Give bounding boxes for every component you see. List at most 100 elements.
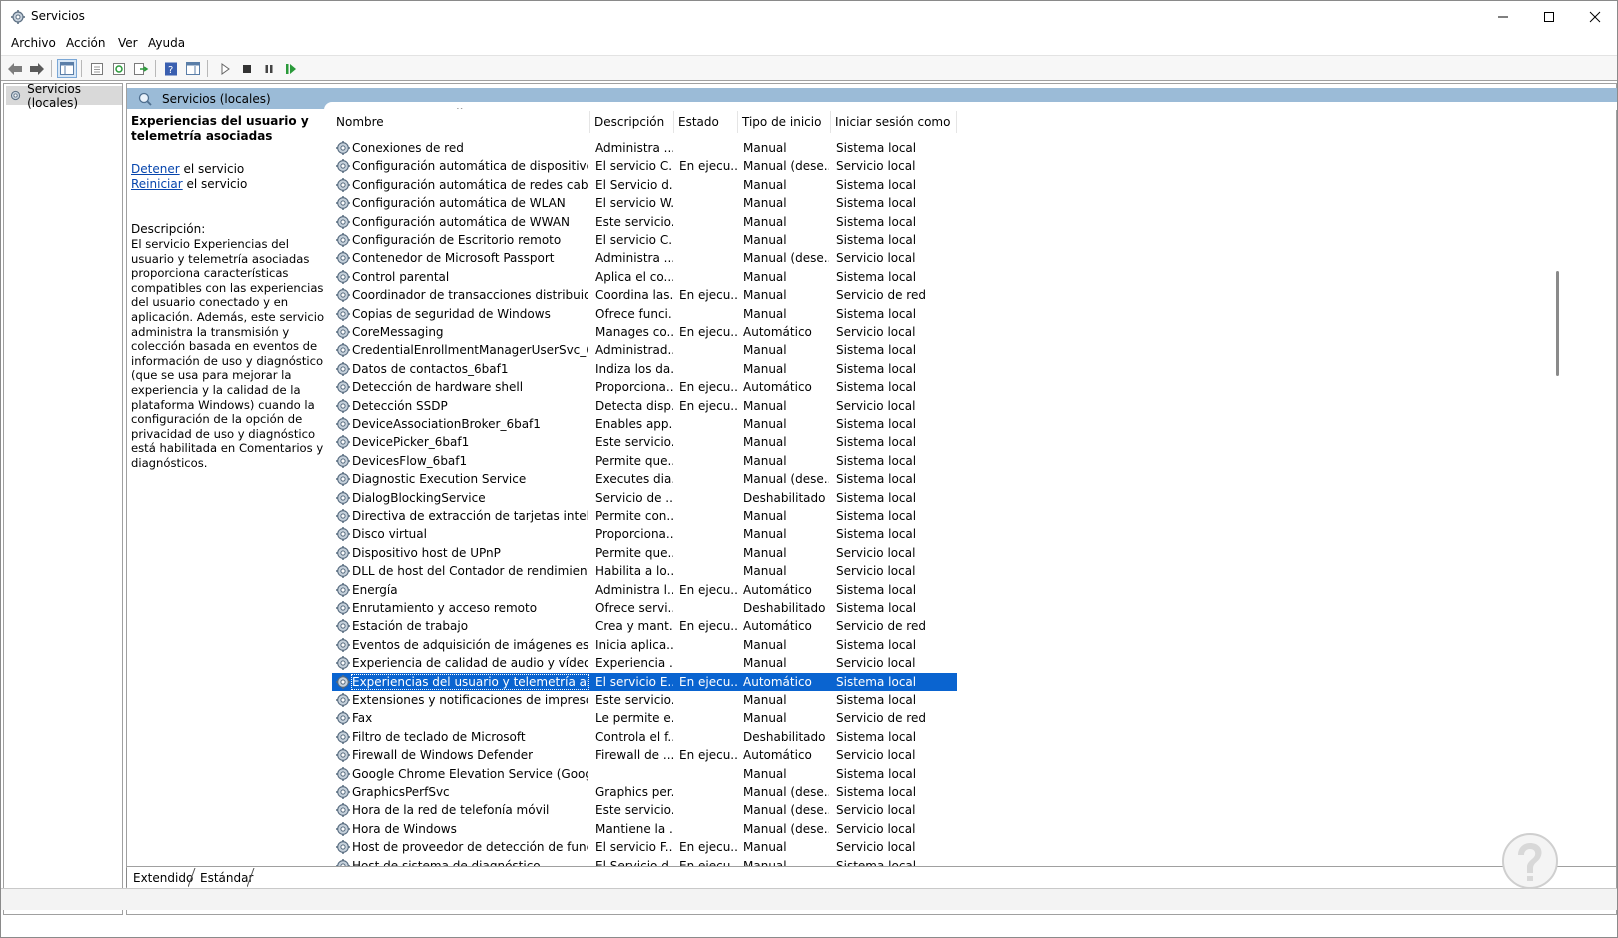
menu-accion[interactable]: Acción (66, 36, 105, 50)
service-description-cell: El servicio W... (595, 196, 673, 211)
service-row[interactable]: CoreMessaging Manages co... En ejecu... Aut… (332, 323, 957, 341)
service-gear-icon (336, 509, 350, 523)
service-row[interactable]: Google Chrome Elevation Service (GoogleC… (332, 765, 957, 783)
service-name: Directiva de extracción de tarjetas inte… (352, 509, 588, 523)
tree-item-servicios-locales[interactable]: Servicios (locales) (6, 82, 122, 110)
service-startup-type: Manual (743, 637, 787, 652)
service-description-cell: Detecta disp... (595, 398, 673, 413)
close-button[interactable] (1572, 1, 1618, 32)
services-list: ^ Nombre Descripción Estado Tipo de inic… (332, 108, 1572, 866)
service-logon-as: Sistema local (836, 196, 917, 211)
service-logon-as: Servicio de red (836, 288, 926, 303)
restart-service-link[interactable]: Reiniciar (131, 177, 183, 191)
service-row[interactable]: Firewall de Windows Defender Firewall de … (332, 746, 957, 764)
service-row[interactable]: DialogBlockingService Servicio de ... Desh… (332, 489, 957, 507)
service-startup-type: Manual (743, 398, 787, 413)
service-row[interactable]: Detección de hardware shell Proporciona..… (332, 378, 957, 396)
service-row[interactable]: Datos de contactos_6baf1 Indiza los da...… (332, 360, 957, 378)
service-row[interactable]: Contenedor de Microsoft Passport Administ… (332, 249, 957, 267)
service-row[interactable]: Configuración automática de WWAN Este ser… (332, 213, 957, 231)
column-header-tipo-inicio[interactable]: Tipo de inicio (738, 111, 831, 133)
show-hide-tree-button[interactable] (57, 59, 77, 78)
service-gear-icon (336, 141, 350, 155)
forward-button[interactable] (27, 59, 47, 78)
menu-ayuda[interactable]: Ayuda (148, 36, 185, 50)
service-row[interactable]: Fax Le permite e... Manual Servicio de red (332, 709, 957, 727)
service-row[interactable]: Eventos de adquisición de imágenes estát… (332, 636, 957, 654)
service-row[interactable]: Copias de seguridad de Windows Ofrece fun… (332, 305, 957, 323)
service-row[interactable]: Filtro de teclado de Microsoft Controla e… (332, 728, 957, 746)
service-logon-as: Sistema local (836, 601, 917, 615)
service-row[interactable]: DevicePicker_6baf1 Este servicio... Manual… (332, 433, 957, 451)
service-logon-as: Sistema local (836, 214, 917, 229)
stop-service-button[interactable] (237, 59, 257, 78)
column-header-iniciar-sesion[interactable]: Iniciar sesión como (831, 111, 957, 133)
service-logon-as: Servicio local (836, 325, 916, 339)
service-startup-type: Manual (743, 306, 787, 321)
service-row[interactable]: CredentialEnrollmentManagerUserSvc_6baf1… (332, 341, 957, 359)
service-gear-icon (336, 711, 350, 726)
service-row[interactable]: Hora de Windows Mantiene la ... Manual (de… (332, 820, 957, 838)
service-row[interactable]: Host de sistema de diagnóstico El Servici… (332, 857, 957, 866)
service-logon-as: Servicio local (836, 803, 916, 818)
service-row[interactable]: Diagnostic Execution Service Executes dia… (332, 470, 957, 488)
service-row[interactable]: GraphicsPerfSvc Graphics per... Manual (de… (332, 783, 957, 801)
service-row[interactable]: Conexiones de red Administra ... Manual Sis… (332, 139, 957, 157)
status-bar (1, 888, 1617, 910)
service-startup-type: Manual (dese... (743, 472, 829, 487)
start-service-button[interactable] (215, 59, 235, 78)
service-row[interactable]: DevicesFlow_6baf1 Permite que... Manual Sis… (332, 452, 957, 470)
service-logon-as: Sistema local (836, 472, 917, 487)
service-logon-as: Sistema local (836, 306, 917, 321)
service-row[interactable]: Configuración automática de dispositivos… (332, 157, 957, 175)
service-startup-type: Manual (743, 453, 787, 468)
service-row[interactable]: Directiva de extracción de tarjetas inte… (332, 507, 957, 525)
service-gear-icon (336, 785, 350, 799)
export-list-button[interactable] (131, 59, 151, 78)
service-row[interactable]: Experiencia de calidad de audio y vídeo … (332, 654, 957, 672)
maximize-button[interactable] (1526, 1, 1572, 32)
column-header-nombre[interactable]: Nombre (332, 111, 590, 133)
back-button[interactable] (5, 59, 25, 78)
service-name: Configuración automática de WWAN (352, 214, 571, 229)
service-row[interactable]: Host de proveedor de detección de funció… (332, 838, 957, 856)
services-gear-icon (10, 90, 21, 101)
service-row[interactable]: Experiencias del usuario y telemetría as… (332, 672, 957, 691)
column-header-descripcion[interactable]: Descripción (590, 111, 674, 133)
service-row[interactable]: Detección SSDP Detecta disp... En ejecu...… (332, 397, 957, 415)
service-row[interactable]: Control parental Aplica el co... Manual Sis… (332, 268, 957, 286)
restart-service-button[interactable] (281, 59, 301, 78)
service-logon-as: Sistema local (836, 858, 917, 866)
service-logon-as: Sistema local (836, 527, 917, 542)
menu-ver[interactable]: Ver (118, 36, 138, 50)
service-row[interactable]: Estación de trabajo Crea y mant... En ejec… (332, 617, 957, 635)
service-row[interactable]: Hora de la red de telefonía móvil Este se… (332, 801, 957, 819)
service-logon-as: Sistema local (836, 343, 917, 358)
help-button[interactable]: ? (161, 59, 181, 78)
service-row[interactable]: DLL de host del Contador de rendimiento H… (332, 562, 957, 580)
action-pane-button[interactable] (183, 59, 203, 78)
service-row[interactable]: DeviceAssociationBroker_6baf1 Enables app… (332, 415, 957, 433)
service-row[interactable]: Coordinador de transacciones distribuida… (332, 286, 957, 304)
pause-service-button[interactable] (259, 59, 279, 78)
service-row[interactable]: Enrutamiento y acceso remoto Ofrece servi… (332, 599, 957, 617)
service-row[interactable]: Disco virtual Proporciona... Manual Sistema… (332, 525, 957, 543)
stop-service-link[interactable]: Detener (131, 162, 180, 176)
list-scrollbar-thumb[interactable] (1556, 271, 1559, 376)
service-row[interactable]: Energía Administra l... En ejecu... Automát… (332, 581, 957, 599)
service-status: En ejecu... (679, 288, 737, 303)
minimize-button[interactable] (1480, 1, 1526, 32)
refresh-button[interactable] (109, 59, 129, 78)
service-row[interactable]: Extensiones y notificaciones de impresor… (332, 691, 957, 709)
service-gear-icon (336, 288, 350, 303)
service-row[interactable]: Dispositivo host de UPnP Permite que... Ma… (332, 544, 957, 562)
column-header-estado[interactable]: Estado (674, 111, 738, 133)
service-row[interactable]: Configuración automática de redes cablea… (332, 176, 957, 194)
service-name: Energía (352, 582, 398, 597)
service-row[interactable]: Configuración automática de WLAN El servi… (332, 194, 957, 212)
properties-button[interactable] (87, 59, 107, 78)
service-description-cell: Controla el f... (595, 729, 673, 744)
service-logon-as: Sistema local (836, 435, 917, 450)
service-row[interactable]: Configuración de Escritorio remoto El ser… (332, 231, 957, 249)
menu-archivo[interactable]: Archivo (11, 36, 56, 50)
